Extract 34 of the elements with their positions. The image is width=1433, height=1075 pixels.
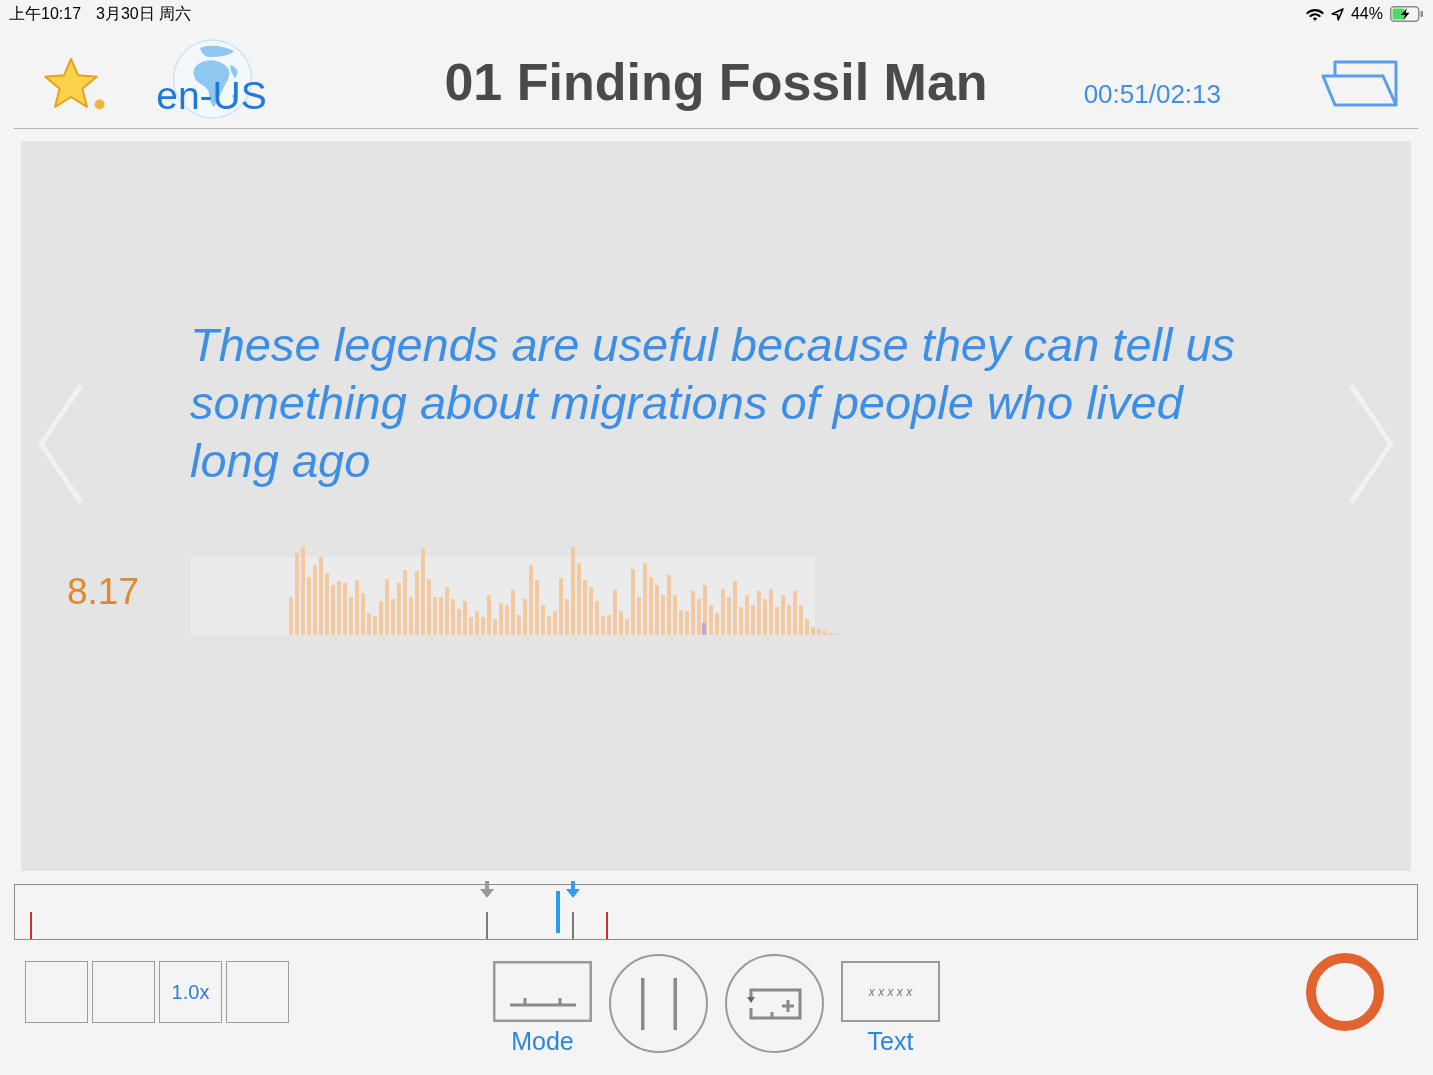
loop-plus-icon xyxy=(746,986,803,1021)
tick-mark-icon xyxy=(30,912,32,939)
text-button[interactable]: x x x x x Text xyxy=(841,961,940,1056)
status-time: 上午10:17 xyxy=(9,4,82,24)
ruler-icon xyxy=(493,961,592,1022)
mode-button[interactable]: Mode xyxy=(493,961,592,1056)
location-arrow-icon xyxy=(1330,7,1344,21)
text-preview: x x x x x xyxy=(841,961,940,1022)
sentence-text: These legends are useful because they can tell us something about migrations of people who lived long ago xyxy=(190,317,1237,489)
playback-time: 00:51/02:13 xyxy=(1083,78,1221,110)
wifi-icon xyxy=(1305,7,1324,21)
empty-slot-button[interactable] xyxy=(226,961,289,1023)
tick-mark-icon xyxy=(606,912,608,939)
star-icon[interactable] xyxy=(42,56,105,110)
empty-slot-button[interactable] xyxy=(25,961,88,1023)
score-text: 8.17 xyxy=(67,571,140,613)
folder-icon[interactable] xyxy=(1321,58,1398,108)
status-date: 3月30日 周六 xyxy=(96,4,192,24)
tick-mark-icon xyxy=(572,912,574,939)
track-title: 01 Finding Fossil Man xyxy=(444,53,988,113)
pause-button[interactable] xyxy=(609,954,708,1053)
speed-button[interactable]: 1.0x xyxy=(159,961,222,1023)
tick-mark-icon xyxy=(486,912,488,939)
pause-icon xyxy=(638,977,679,1030)
playhead[interactable] xyxy=(555,891,560,933)
down-arrow-icon[interactable] xyxy=(480,881,494,898)
timeline-track[interactable] xyxy=(14,884,1418,940)
loop-add-button[interactable] xyxy=(725,954,824,1053)
ring-button[interactable] xyxy=(1306,953,1384,1031)
language-button[interactable]: en-US xyxy=(153,39,270,119)
down-arrow-icon[interactable] xyxy=(566,881,580,898)
battery-charging-icon xyxy=(1390,6,1424,22)
battery-percent: 44% xyxy=(1350,4,1383,24)
empty-slot-button[interactable] xyxy=(92,961,155,1023)
